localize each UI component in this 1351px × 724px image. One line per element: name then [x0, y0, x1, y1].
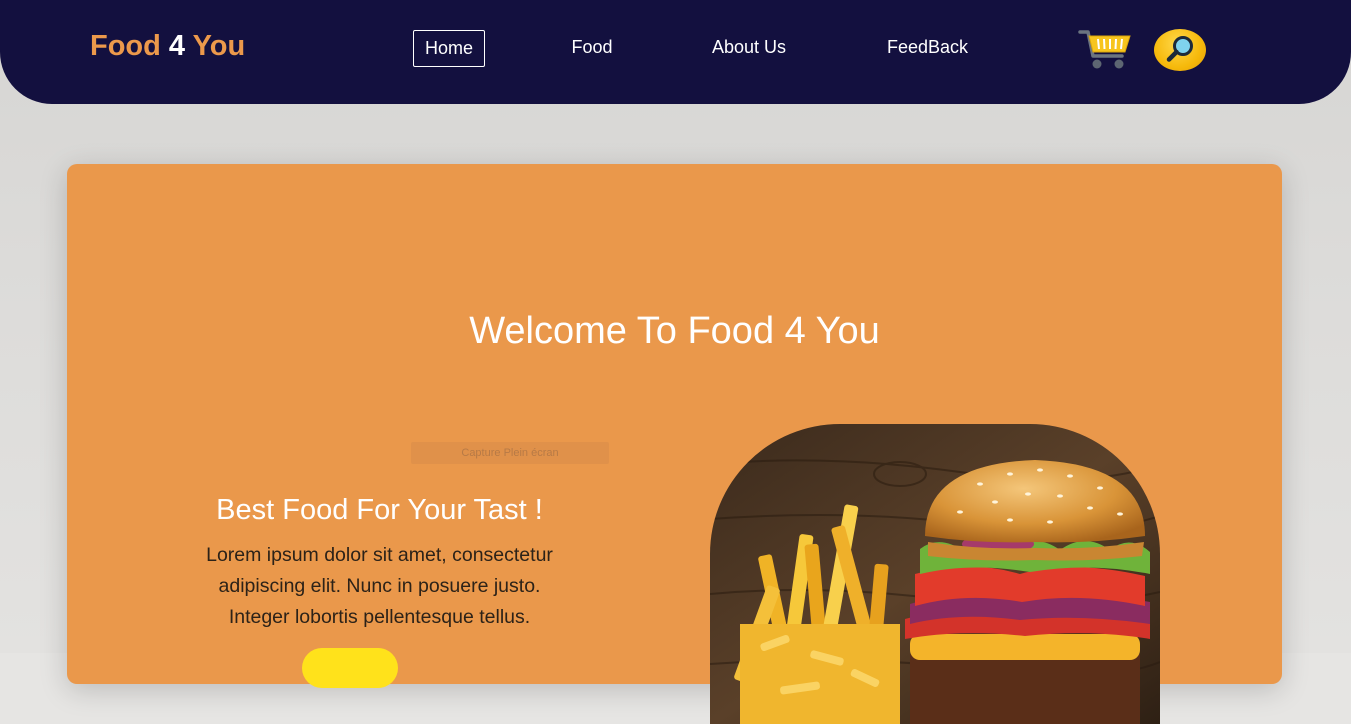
order-button[interactable]	[302, 648, 398, 688]
logo[interactable]: Food 4 You	[90, 30, 245, 63]
burger-and-fries-image	[710, 424, 1160, 724]
capture-overlay-label: Capture Plein écran	[411, 442, 609, 464]
nav-link-about-us[interactable]: About Us	[700, 30, 798, 67]
description-line: adipiscing elit. Nunc in posuere justo.	[218, 575, 541, 597]
nav-link-food[interactable]: Food	[556, 30, 628, 67]
description-line: Lorem ipsum dolor sit amet, consectetur	[206, 544, 553, 566]
nav-link-feedback[interactable]: FeedBack	[876, 30, 979, 67]
hero-section: Welcome To Food 4 You Capture Plein écra…	[67, 164, 1282, 724]
hero-title: Welcome To Food 4 You	[469, 310, 880, 352]
nav-link-home[interactable]: Home	[413, 30, 485, 67]
navbar: Food 4 You Home Food About Us FeedBack	[0, 0, 1351, 104]
cart-icon[interactable]	[1078, 26, 1132, 72]
search-icon[interactable]	[1154, 29, 1206, 71]
logo-part-food: Food	[90, 30, 161, 62]
description-line: Integer lobortis pellentesque tellus.	[228, 606, 531, 628]
hero-subtitle: Best Food For Your Tast !	[216, 494, 543, 526]
logo-part-you: You	[192, 30, 246, 62]
logo-part-4: 4	[168, 30, 186, 62]
hero-description: Lorem ipsum dolor sit amet, consectetur …	[177, 540, 582, 633]
